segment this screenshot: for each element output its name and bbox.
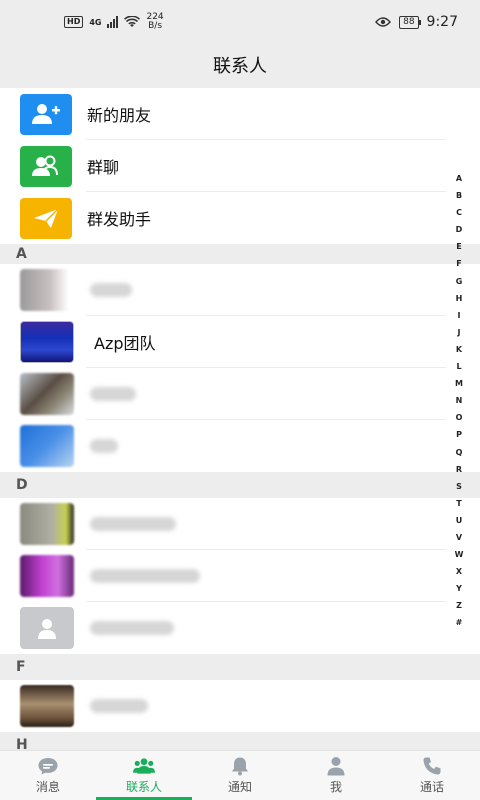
tab-calls-label: 通话 bbox=[419, 780, 444, 794]
contact-name-blurred bbox=[90, 517, 176, 531]
group-chat-icon bbox=[20, 145, 72, 187]
new-friends-label: 新的朋友 bbox=[87, 106, 152, 125]
message-icon bbox=[38, 758, 58, 775]
tab-me-label: 我 bbox=[329, 780, 342, 794]
avatar bbox=[20, 425, 74, 467]
contact-item[interactable] bbox=[0, 498, 480, 550]
index-letter[interactable]: Y bbox=[456, 580, 462, 597]
avatar bbox=[20, 269, 74, 311]
contacts-icon bbox=[133, 758, 155, 774]
section-header-a: A bbox=[0, 244, 480, 264]
index-letter[interactable]: H bbox=[456, 290, 463, 307]
contact-item[interactable]: Azp团队 bbox=[0, 316, 480, 368]
network-speed: 224 B/s bbox=[146, 13, 163, 31]
profile-icon bbox=[327, 757, 345, 776]
battery-icon: 88 bbox=[399, 15, 422, 29]
index-letter[interactable]: R bbox=[456, 461, 462, 478]
contact-list[interactable]: 新的朋友 群聊 群发助手 A Azp团队 D F H bbox=[0, 88, 480, 750]
status-left: HD 4G 224 B/s bbox=[64, 13, 164, 31]
contact-name-blurred bbox=[90, 699, 148, 713]
bell-icon bbox=[232, 757, 248, 776]
index-letter[interactable]: A bbox=[456, 170, 462, 187]
network-type: 4G bbox=[89, 17, 102, 27]
index-letter[interactable]: U bbox=[456, 512, 463, 529]
tab-contacts[interactable]: 联系人 bbox=[96, 751, 192, 800]
nav-bar: 联系人 bbox=[0, 44, 480, 86]
section-header-h: H bbox=[0, 732, 480, 750]
contact-item[interactable] bbox=[0, 368, 480, 420]
contact-name-blurred bbox=[90, 569, 200, 583]
contact-item[interactable] bbox=[0, 680, 480, 732]
index-letter[interactable]: K bbox=[456, 341, 462, 358]
contact-name-blurred bbox=[90, 283, 132, 297]
status-right: 88 9:27 bbox=[375, 14, 458, 30]
index-letter[interactable]: B bbox=[456, 187, 462, 204]
index-letter[interactable]: V bbox=[456, 529, 462, 546]
section-header-f: F bbox=[0, 654, 480, 680]
contact-name-blurred bbox=[90, 387, 136, 401]
index-letter[interactable]: S bbox=[456, 478, 462, 495]
index-letter[interactable]: W bbox=[455, 546, 464, 563]
index-letter[interactable]: Z bbox=[456, 597, 462, 614]
contact-item[interactable] bbox=[0, 602, 480, 654]
section-header-d: D bbox=[0, 472, 480, 498]
index-letter[interactable]: O bbox=[456, 409, 463, 426]
page-title: 联系人 bbox=[213, 56, 267, 77]
index-letter[interactable]: # bbox=[456, 614, 463, 631]
tab-calls[interactable]: 通话 bbox=[384, 751, 480, 800]
index-letter[interactable]: I bbox=[458, 307, 461, 324]
new-friends-item[interactable]: 新的朋友 bbox=[0, 88, 480, 140]
group-chat-item[interactable]: 群聊 bbox=[0, 140, 480, 192]
speed-unit: B/s bbox=[148, 21, 163, 31]
index-letter[interactable]: C bbox=[456, 204, 462, 221]
index-letter[interactable]: F bbox=[456, 255, 461, 272]
index-letter[interactable]: Q bbox=[456, 444, 463, 461]
index-letter[interactable]: D bbox=[456, 221, 463, 238]
tab-messages-label: 消息 bbox=[35, 780, 60, 794]
avatar bbox=[20, 555, 74, 597]
broadcast-item[interactable]: 群发助手 bbox=[0, 192, 480, 244]
index-letter[interactable]: N bbox=[456, 392, 463, 409]
add-friend-icon bbox=[20, 93, 72, 135]
clock: 9:27 bbox=[426, 14, 458, 30]
contact-name-blurred bbox=[90, 621, 174, 635]
index-letter[interactable]: X bbox=[456, 563, 462, 580]
tab-messages[interactable]: 消息 bbox=[0, 751, 96, 800]
user-placeholder-icon bbox=[38, 619, 56, 639]
hd-indicator: HD bbox=[64, 16, 84, 28]
broadcast-label: 群发助手 bbox=[87, 210, 152, 229]
avatar bbox=[20, 503, 74, 545]
index-letter[interactable]: L bbox=[456, 358, 461, 375]
index-letter[interactable]: P bbox=[456, 426, 462, 443]
tab-notifications-label: 通知 bbox=[227, 780, 252, 794]
tab-contacts-label: 联系人 bbox=[125, 780, 162, 794]
contact-item[interactable] bbox=[0, 420, 480, 472]
avatar bbox=[20, 321, 74, 363]
index-letter[interactable]: T bbox=[456, 495, 461, 512]
broadcast-icon bbox=[20, 197, 72, 239]
group-chat-label: 群聊 bbox=[87, 158, 120, 177]
contact-item[interactable] bbox=[0, 264, 480, 316]
alphabet-index[interactable]: A B C D E F G H I J K L M N O P Q R S T U V W X Y Z # bbox=[452, 170, 466, 632]
index-letter[interactable]: M bbox=[455, 375, 463, 392]
avatar bbox=[20, 373, 74, 415]
contact-name: Azp团队 bbox=[94, 334, 156, 353]
index-letter[interactable]: E bbox=[456, 238, 461, 255]
bottom-tab-bar: 消息 联系人 通知 我 通话 bbox=[0, 750, 480, 800]
phone-icon bbox=[423, 757, 441, 775]
tab-notifications[interactable]: 通知 bbox=[192, 751, 288, 800]
signal-icon bbox=[107, 16, 119, 28]
tab-me[interactable]: 我 bbox=[288, 751, 384, 800]
index-letter[interactable]: G bbox=[456, 273, 463, 290]
default-avatar bbox=[20, 607, 74, 649]
status-bar: HD 4G 224 B/s 88 9:27 bbox=[0, 0, 480, 44]
index-letter[interactable]: J bbox=[458, 324, 461, 341]
contact-name-blurred bbox=[90, 439, 118, 453]
contact-item[interactable] bbox=[0, 550, 480, 602]
wifi-icon bbox=[124, 16, 141, 27]
eye-icon bbox=[375, 17, 392, 27]
avatar bbox=[20, 685, 74, 727]
